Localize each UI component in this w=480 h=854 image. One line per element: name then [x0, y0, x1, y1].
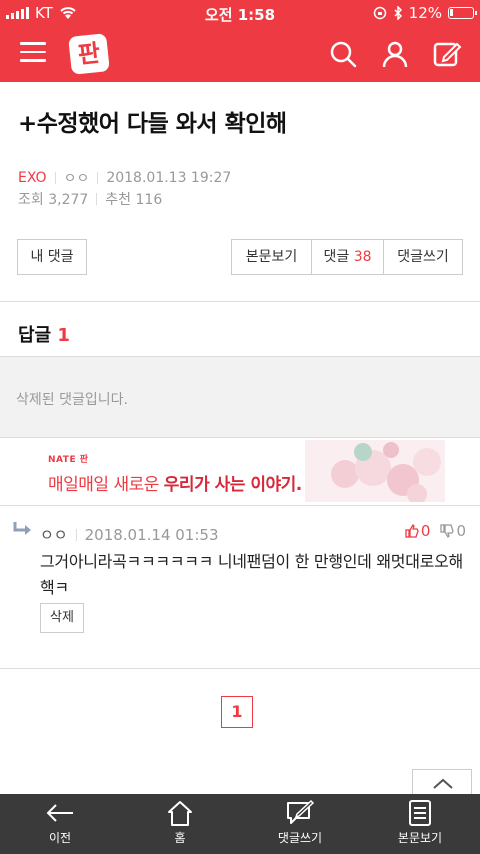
post-likes: 추천 116 [105, 192, 163, 208]
replies-header: 답글 1 [18, 321, 70, 347]
downvote-count: 0 [456, 522, 466, 540]
scroll-top-button[interactable] [412, 769, 472, 795]
pann-logo[interactable]: 판 [68, 33, 110, 75]
comment-body: 그거아니라곡ㅋㅋㅋㅋㅋㅋ 니네팬덤이 한 만행인데 왜멋대로오해핵ㅋ [40, 552, 463, 597]
bluetooth-icon [394, 6, 402, 20]
tab-view-post[interactable]: 본문보기 [360, 794, 480, 854]
battery-icon [448, 7, 477, 19]
thumbs-down-icon [440, 524, 455, 538]
my-comments-button[interactable]: 내 댓글 [17, 239, 87, 275]
tab-back[interactable]: 이전 [0, 794, 120, 854]
rotation-lock-icon [373, 6, 386, 20]
write-comment-button[interactable]: 댓글쓰기 [383, 239, 463, 275]
reply-arrow-icon [13, 522, 31, 535]
comments-button[interactable]: 댓글 38 [311, 239, 384, 275]
ad-brand: NATE 판 [48, 455, 89, 465]
user-icon[interactable] [380, 39, 410, 69]
tab-home[interactable]: 홈 [120, 794, 240, 854]
post-meta: EXO ㅇㅇ 2018.01.13 19:27 [18, 168, 231, 188]
comment-date: 2018.01.14 01:53 [84, 525, 219, 544]
post-stats: 조회 3,277 추천 116 [18, 189, 162, 209]
page-number-current[interactable]: 1 [221, 696, 253, 728]
tab-write-comment[interactable]: 댓글쓰기 [240, 794, 360, 854]
write-icon[interactable] [432, 39, 462, 69]
deleted-comment-text: 삭제된 댓글입니다. [16, 392, 128, 408]
chevron-up-icon [433, 778, 453, 789]
home-icon [168, 801, 192, 826]
comment-item: ㅇㅇ 2018.01.14 01:53 0 0 그거아니라곡ㅋㅋㅋㅋㅋㅋ 니네팬… [0, 505, 480, 668]
battery-percent: 12% [408, 4, 442, 22]
downvote-button[interactable]: 0 [440, 522, 466, 540]
delete-comment-button[interactable]: 삭제 [40, 603, 84, 633]
document-icon [409, 800, 431, 826]
post-date: 2018.01.13 19:27 [106, 170, 232, 186]
search-icon[interactable] [328, 39, 358, 69]
menu-icon[interactable] [20, 42, 46, 64]
post-category[interactable]: EXO [18, 170, 47, 186]
back-arrow-icon [46, 804, 73, 822]
post-title: +수정했어 다들 와서 확인해 [18, 111, 287, 137]
deleted-comment: 삭제된 댓글입니다. [0, 356, 480, 438]
upvote-count: 0 [420, 522, 431, 540]
ad-banner[interactable]: NATE 판 매일매일 새로운 우리가 사는 이야기. [36, 440, 445, 502]
write-comment-icon [287, 799, 315, 824]
comment-author: ㅇㅇ [40, 526, 68, 544]
thumbs-up-icon [405, 524, 419, 538]
app-header: 판 [0, 26, 480, 82]
comments-label: 댓글 [323, 249, 350, 265]
ad-pearls-image [305, 440, 445, 502]
replies-label: 답글 [18, 325, 52, 346]
bottom-toolbar: 이전 홈 댓글쓰기 본문보기 [0, 794, 480, 854]
comments-count: 38 [353, 249, 372, 265]
status-bar: KT 오전 1:58 12% [0, 0, 480, 26]
view-post-button[interactable]: 본문보기 [231, 239, 312, 275]
upvote-button[interactable]: 0 [405, 522, 431, 540]
post-views: 조회 3,277 [18, 192, 89, 208]
replies-count: 1 [57, 325, 70, 346]
post-action-group: 본문보기 댓글 38 댓글쓰기 [231, 239, 463, 275]
post-author: ㅇㅇ [63, 171, 90, 187]
ad-headline: 매일매일 새로운 우리가 사는 이야기. [48, 475, 302, 495]
